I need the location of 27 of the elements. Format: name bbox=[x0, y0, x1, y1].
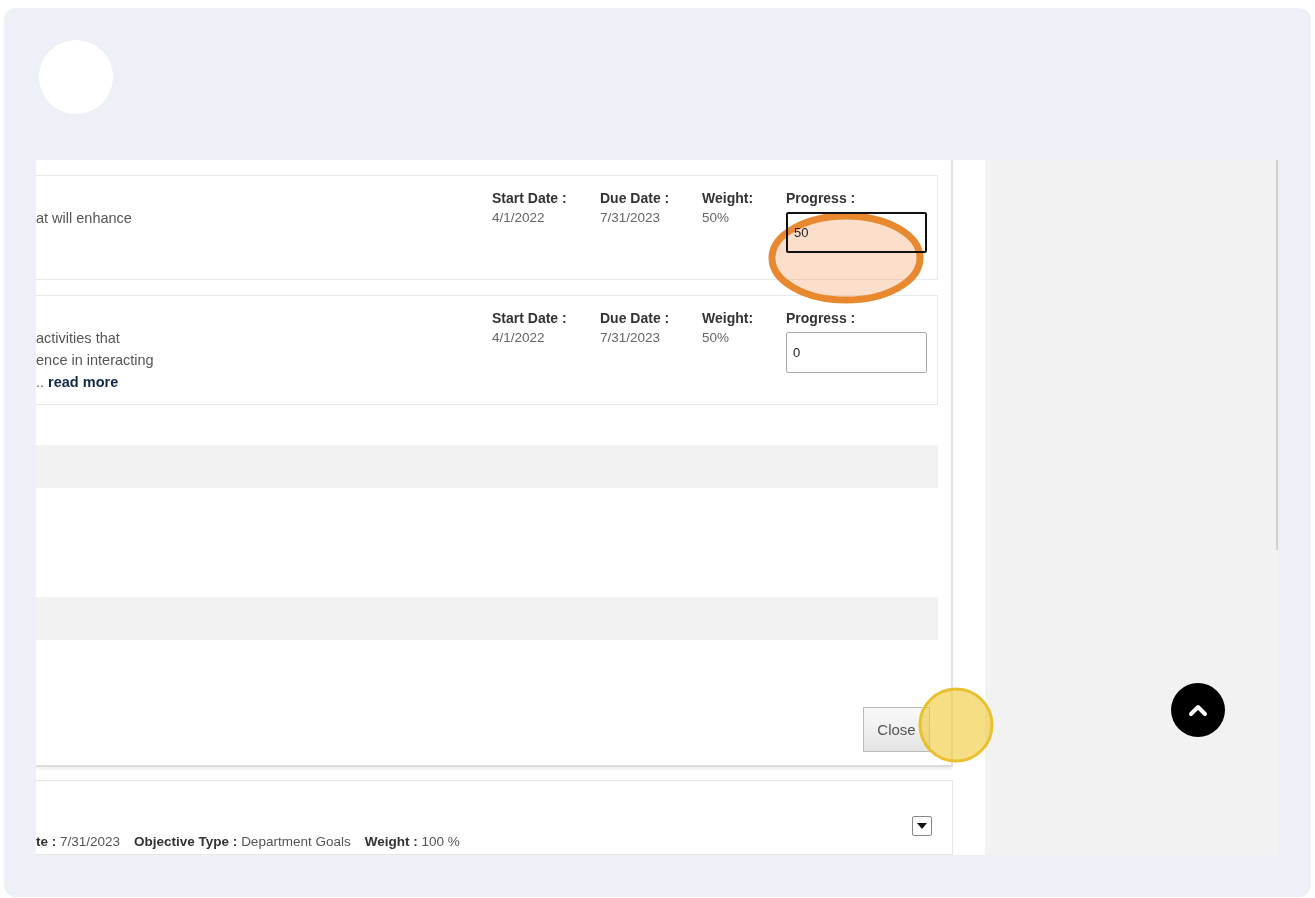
field-value: 50% bbox=[702, 330, 730, 345]
scrollbar[interactable] bbox=[1276, 160, 1278, 550]
scroll-top-button[interactable] bbox=[1171, 683, 1225, 737]
progress-input[interactable]: 50 bbox=[786, 212, 927, 253]
objective-description: activities that ence in interacting .. read more bbox=[36, 329, 155, 392]
field-value: 50% bbox=[702, 210, 730, 225]
objective-field: te : 7/31/2023 bbox=[36, 834, 121, 849]
progress-input[interactable]: 0 bbox=[786, 332, 927, 373]
field-label: Due Date : bbox=[600, 190, 670, 206]
field-label: Due Date : bbox=[600, 310, 670, 326]
objective-description: at will enhance bbox=[36, 209, 133, 228]
objective-field: Weight : 100 % bbox=[364, 834, 460, 849]
chevron-up-icon bbox=[1188, 703, 1208, 717]
field-value: 7/31/2023 bbox=[600, 330, 661, 345]
objective-field: Objective Type : Department Goals bbox=[134, 834, 351, 849]
field-label: Progress : bbox=[786, 190, 856, 206]
field-label: Weight: bbox=[702, 310, 754, 326]
field-label: Start Date : bbox=[492, 310, 567, 326]
close-button[interactable]: Close bbox=[863, 707, 930, 752]
read-more-link[interactable]: read more bbox=[48, 374, 119, 390]
field-label: Start Date : bbox=[492, 190, 567, 206]
field-label: Weight: bbox=[702, 190, 754, 206]
field-value: 7/31/2023 bbox=[600, 210, 661, 225]
field-label: Progress : bbox=[786, 310, 856, 326]
dropdown-icon[interactable] bbox=[912, 816, 932, 836]
field-value: 4/1/2022 bbox=[492, 330, 545, 345]
field-value: 4/1/2022 bbox=[492, 210, 545, 225]
